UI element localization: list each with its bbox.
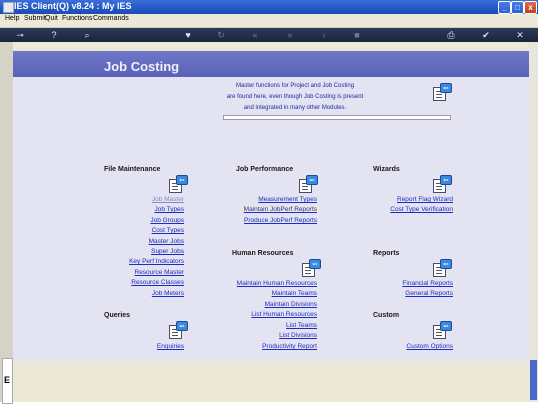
section-file-maintenance: File Maintenance <box>104 166 161 173</box>
close-icon[interactable]: ✕ <box>515 30 525 40</box>
link-resource-classes[interactable]: Resource Classes <box>131 279 184 286</box>
link-custom-options[interactable]: Custom Options <box>406 343 453 350</box>
link-list-teams[interactable]: List Teams <box>286 322 317 329</box>
link-super-jobs[interactable]: Super Jobs <box>151 248 184 255</box>
link-general-reports[interactable]: General Reports <box>405 290 453 297</box>
link-job-groups[interactable]: Job Groups <box>150 217 184 224</box>
section-wizards: Wizards <box>373 166 400 173</box>
link-job-meters[interactable]: Job Meters <box>152 290 184 297</box>
link-enquiries[interactable]: Enquiries <box>157 343 184 350</box>
prev-icon[interactable]: ‹ <box>319 30 329 40</box>
link-list-human-resources[interactable]: List Human Resources <box>251 311 317 318</box>
link-list-divisions[interactable]: List Divisions <box>279 332 317 339</box>
first-icon[interactable]: « <box>250 30 260 40</box>
link-productivity-report[interactable]: Productivity Report <box>262 343 317 350</box>
link-financial-reports[interactable]: Financial Reports <box>402 280 453 287</box>
left-panel: E <box>0 42 13 404</box>
section-queries: Queries <box>104 312 131 319</box>
search-icon[interactable]: ⌕ <box>82 30 92 40</box>
help-icon[interactable]: ? <box>49 30 59 40</box>
link-key-perf-indicators[interactable]: Key Perf Indicators <box>129 258 184 265</box>
link-maintain-teams[interactable]: Maintain Teams <box>272 290 317 297</box>
key-icon[interactable]: ⊸ <box>12 30 28 40</box>
section-job-performance: Job Performance <box>236 166 294 173</box>
toolbar: ⊸ ? ⌕ ♥ ↻ « » ‹ ■ ⎙ ✔ ✕ <box>0 28 538 42</box>
link-resource-master[interactable]: Resource Master <box>135 269 185 276</box>
check-icon[interactable]: ✔ <box>481 30 491 40</box>
link-job-master[interactable]: Job Master <box>152 196 184 203</box>
link-master-jobs[interactable]: Master Jobs <box>149 238 184 245</box>
menu-commands[interactable]: Commands <box>93 15 129 22</box>
link-cost-types[interactable]: Cost Types <box>152 227 184 234</box>
section-custom: Custom <box>373 312 400 319</box>
section-human-resources: Human Resources <box>232 250 294 257</box>
intro-line: are found here, even though Job Costing … <box>226 94 364 100</box>
job-performance-icon: IES <box>299 175 318 193</box>
side-tab[interactable]: E <box>2 358 13 404</box>
side-tab-letter: E <box>4 375 11 385</box>
maximize-button[interactable]: □ <box>511 1 524 14</box>
page-title: Job Costing <box>104 59 180 74</box>
link-maintain-jobperf-reports[interactable]: Maintain JobPerf Reports <box>241 206 319 213</box>
refresh-icon[interactable]: ↻ <box>216 30 226 40</box>
link-cost-type-verification[interactable]: Cost Type Verification <box>390 206 453 213</box>
reports-icon: IES <box>433 259 452 277</box>
print-icon[interactable]: ⎙ <box>446 30 456 40</box>
link-measurement-types[interactable]: Measurement Types <box>258 196 317 203</box>
app-icon <box>3 2 14 13</box>
menu-quit[interactable]: Quit <box>45 15 58 22</box>
wizards-icon: IES <box>433 175 452 193</box>
intro-line: and integrated in many other Modules. <box>243 105 347 111</box>
intro-line: Master functions for Project and Job Cos… <box>235 83 355 89</box>
close-window-button[interactable]: x <box>524 1 537 14</box>
section-reports: Reports <box>373 250 400 257</box>
intro-divider <box>223 115 451 120</box>
job-costing-panel: Job Costing Master functions for Project… <box>13 51 529 361</box>
menu-functions[interactable]: Functions <box>62 15 92 22</box>
menu-submit[interactable]: Submit <box>24 15 46 22</box>
link-produce-jobperf-reports[interactable]: Produce JobPerf Reports <box>244 217 317 224</box>
stop-icon[interactable]: ■ <box>352 30 362 40</box>
custom-icon: IES <box>433 321 452 339</box>
title-bar: IES Client(Q) v8.24 : My IES _ □ x <box>0 0 538 14</box>
link-job-types[interactable]: Job Types <box>154 206 184 213</box>
minimize-button[interactable]: _ <box>498 1 511 14</box>
window-title: IES Client(Q) v8.24 : My IES <box>14 1 132 11</box>
page-banner: Job Costing <box>13 51 529 77</box>
link-maintain-divisions[interactable]: Maintain Divisions <box>265 301 317 308</box>
menu-help[interactable]: Help <box>5 15 19 22</box>
intro-text: Master functions for Project and Job Cos… <box>225 81 365 114</box>
menu-bar: Help Submit Quit Functions Commands <box>0 14 538 28</box>
module-icon: IES <box>433 83 452 101</box>
vertical-scrollbar[interactable] <box>529 42 538 402</box>
file-maintenance-icon: IES <box>169 175 188 193</box>
link-maintain-human-resources[interactable]: Maintain Human Resources <box>237 280 317 287</box>
scrollbar-thumb[interactable] <box>530 360 537 400</box>
queries-icon: IES <box>169 321 188 339</box>
heart-icon[interactable]: ♥ <box>183 30 193 40</box>
human-resources-icon: IES <box>302 259 321 277</box>
last-icon[interactable]: » <box>285 30 295 40</box>
link-report-flag-wizard[interactable]: Report Flag Wizard <box>397 196 453 203</box>
